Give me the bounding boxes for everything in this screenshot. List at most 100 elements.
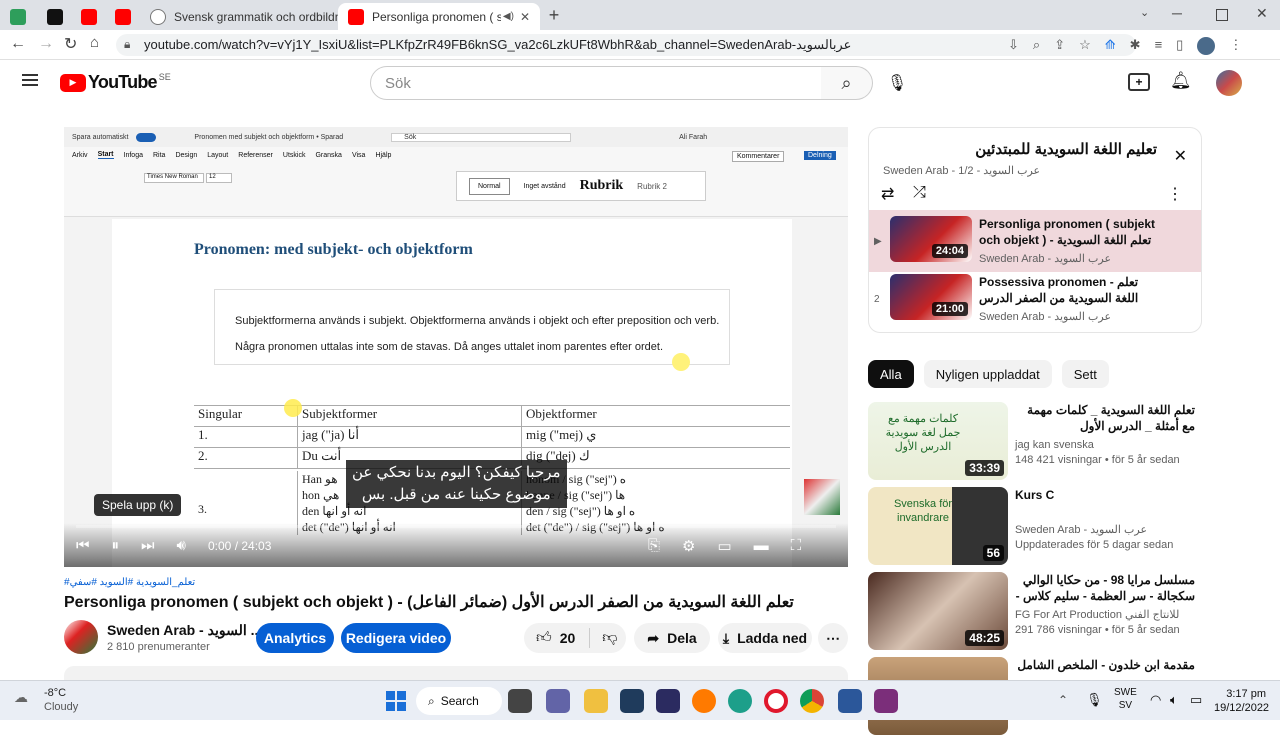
volume-icon[interactable]: 🔊︎: [177, 537, 186, 554]
search-input[interactable]: Sök: [370, 66, 822, 100]
clock[interactable]: 3:17 pm 19/12/2022: [1214, 687, 1269, 715]
teams-icon[interactable]: [546, 689, 570, 713]
address-bar[interactable]: 🔒︎ youtube.com/watch?v=vYj1Y_IsxiU&list=…: [116, 34, 1136, 56]
pinned-tab-youtube-1[interactable]: [72, 3, 106, 30]
playlist-thumbnail[interactable]: 21:00: [890, 274, 972, 320]
zoom-icon[interactable]: ⌕: [1033, 37, 1040, 53]
previous-icon[interactable]: ⏮︎: [76, 537, 90, 554]
search-button[interactable]: ⌕: [821, 66, 873, 100]
store-icon[interactable]: [620, 689, 644, 713]
play-icon[interactable]: ⏸︎: [112, 537, 120, 554]
channel-watermark[interactable]: [804, 479, 840, 515]
filter-chip[interactable]: Nyligen uppladdat: [923, 360, 1052, 388]
speaker-tray-icon[interactable]: 🔈︎: [1170, 692, 1178, 708]
home-icon[interactable]: ⌂: [90, 34, 99, 51]
task-view-icon[interactable]: [508, 689, 532, 713]
recommendation-thumbnail[interactable]: كلمات مهمة مع جمل لغة سويدية الدرس الأول…: [868, 402, 1008, 480]
side-panel-icon[interactable]: ▯: [1176, 37, 1183, 53]
video-hashtags[interactable]: #تعلم_السويدية #السويد #سفي: [64, 577, 195, 588]
theater-icon[interactable]: ▬: [754, 537, 769, 555]
minimize-icon[interactable]: ─: [1172, 5, 1182, 21]
play-tooltip: Spela upp (k): [94, 494, 182, 516]
shuffle-icon[interactable]: ⤮: [913, 184, 926, 202]
recommendation-thumbnail[interactable]: 48:25: [868, 572, 1008, 650]
app2-icon[interactable]: [874, 689, 898, 713]
profile-avatar[interactable]: [1197, 37, 1216, 55]
loop-icon[interactable]: ⇄: [881, 184, 894, 204]
tray-chevron-icon[interactable]: ⌃: [1058, 693, 1068, 707]
firefox-icon[interactable]: [692, 689, 716, 713]
playlist-item[interactable]: 2 21:00 Possessiva pronomen - تعلم اللغة ا…: [868, 274, 1202, 330]
pinned-tab-sheets[interactable]: [6, 3, 30, 30]
speaker-icon[interactable]: ◀): [503, 11, 514, 22]
pinned-tab-youtube-2[interactable]: [106, 3, 140, 30]
settings-gear-icon[interactable]: ⚙︎: [682, 537, 695, 555]
bell-icon[interactable]: 🔔︎: [1170, 71, 1192, 91]
account-avatar[interactable]: [1216, 70, 1242, 96]
weather-desc[interactable]: Cloudy: [44, 701, 78, 713]
edge-icon[interactable]: [728, 689, 752, 713]
captions-icon[interactable]: ⎘: [648, 537, 660, 555]
description-box[interactable]: [64, 666, 848, 680]
recommendation-thumbnail[interactable]: Svenska för invandrare 56: [868, 487, 1008, 565]
battery-icon[interactable]: ▭: [1190, 692, 1202, 708]
maximize-icon[interactable]: [1216, 9, 1228, 21]
windows-start-icon[interactable]: [386, 691, 406, 711]
reload-icon[interactable]: ↻: [64, 34, 77, 54]
share-button[interactable]: ➦ Dela: [634, 623, 710, 653]
progress-bar[interactable]: [76, 525, 836, 528]
share-icon[interactable]: ⇪: [1054, 37, 1065, 53]
microphone-tray-icon[interactable]: 🎙︎: [1086, 692, 1103, 708]
youtube-logo[interactable]: ▶ YouTube SE: [60, 72, 171, 93]
new-tab-icon[interactable]: +: [544, 5, 564, 25]
word-icon[interactable]: [838, 689, 862, 713]
more-actions-icon[interactable]: ⋯: [818, 623, 848, 653]
extensions-icon[interactable]: ✱: [1130, 37, 1141, 53]
input-language[interactable]: SWE SV: [1114, 686, 1137, 712]
tab-search-chevron-icon[interactable]: ⌄: [1140, 6, 1149, 19]
edit-video-button[interactable]: Redigera video: [341, 623, 451, 653]
close-playlist-icon[interactable]: ✕: [1174, 146, 1187, 166]
install-icon[interactable]: ⇩: [1008, 37, 1019, 53]
wifi-icon[interactable]: ◠: [1150, 692, 1161, 708]
bookmark-star-icon[interactable]: ☆: [1079, 37, 1091, 53]
file-explorer-icon[interactable]: [584, 689, 608, 713]
download-button[interactable]: ⤓ Ladda ned: [718, 623, 812, 653]
microphone-icon[interactable]: 🎙︎: [887, 73, 907, 93]
thumbs-down-icon[interactable]: 👎︎: [602, 629, 617, 647]
channel-avatar[interactable]: [64, 620, 98, 654]
playlist-thumbnail[interactable]: 24:04: [890, 216, 972, 262]
chrome-icon[interactable]: [800, 689, 824, 713]
recommendation-item[interactable]: 48:25 مسلسل مرايا 98 - من حكايا الوالي سك…: [868, 572, 1278, 650]
taskbar-search[interactable]: ⌕ Search: [416, 687, 502, 715]
recommendation-item[interactable]: Svenska för invandrare 56 Kurs C Sweden Ara…: [868, 487, 1278, 565]
tab-close-icon[interactable]: ✕: [520, 10, 530, 24]
menu-dots-icon[interactable]: ⋮: [1229, 37, 1242, 53]
playlist-item[interactable]: ▶ 24:04 Personliga pronomen ( subjekt och …: [868, 216, 1202, 272]
fullscreen-icon[interactable]: ⛶: [791, 537, 802, 555]
create-video-icon[interactable]: +: [1128, 73, 1150, 91]
filter-chip[interactable]: Alla: [868, 360, 914, 388]
opera-icon[interactable]: [764, 689, 788, 713]
playlist-more-icon[interactable]: ⋮: [1167, 184, 1183, 204]
translate-icon[interactable]: ⟰: [1105, 37, 1116, 53]
filter-chip[interactable]: Sett: [1061, 360, 1109, 388]
forward-icon[interactable]: →: [38, 35, 54, 53]
back-icon[interactable]: ←: [10, 35, 26, 53]
miniplayer-icon[interactable]: ▭: [717, 537, 731, 555]
video-player[interactable]: Spara automatiskt Pronomen med subjekt o…: [64, 127, 848, 567]
tab-svensk-grammatik[interactable]: Svensk grammatik och ordbildni ✕: [140, 3, 338, 30]
weather-temp[interactable]: -8°C: [44, 687, 66, 699]
pinned-tab-tiktok[interactable]: [38, 3, 72, 30]
hamburger-menu-icon[interactable]: [22, 74, 38, 86]
reading-list-icon[interactable]: ≡: [1155, 37, 1163, 53]
next-icon[interactable]: ⏭︎: [141, 537, 155, 554]
channel-name[interactable]: Sweden Arab - السويد ...: [107, 622, 262, 639]
thumbs-up-icon[interactable]: 👍︎: [536, 629, 552, 647]
playlist-title[interactable]: تعليم اللغة السويدية للمبتدئين: [975, 140, 1157, 158]
recommendation-item[interactable]: كلمات مهمة مع جمل لغة سويدية الدرس الأول…: [868, 402, 1278, 480]
tab-personliga-pronomen[interactable]: Personliga pronomen ( subje ◀) ✕: [338, 3, 540, 30]
app-icon[interactable]: [656, 689, 680, 713]
close-window-icon[interactable]: ✕: [1256, 5, 1268, 22]
analytics-button[interactable]: Analytics: [256, 623, 334, 653]
